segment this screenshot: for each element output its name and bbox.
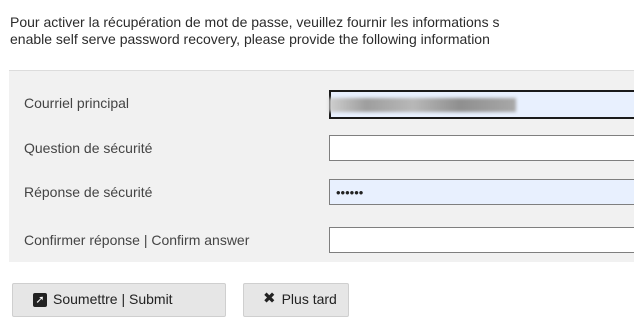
submit-button-label: Soumettre | Submit xyxy=(53,291,173,307)
security-question-row: Question de sécurité xyxy=(9,129,634,169)
security-answer-input[interactable] xyxy=(329,179,634,205)
close-icon: ✖ xyxy=(263,290,276,307)
confirm-answer-row: Confirmer réponse | Confirm answer xyxy=(9,217,634,257)
intro-text: Pour activer la récupération de mot de p… xyxy=(10,14,634,48)
later-button[interactable]: ✖ Plus tard xyxy=(243,283,349,317)
confirm-answer-label: Confirmer réponse | Confirm answer xyxy=(24,232,250,248)
primary-email-label: Courriel principal xyxy=(24,95,130,111)
arrow-in-box-icon: ➚ xyxy=(33,293,47,307)
security-answer-label: Réponse de sécurité xyxy=(24,184,153,200)
redacted-email-mask xyxy=(329,98,516,112)
later-button-label: Plus tard xyxy=(281,291,337,307)
recovery-form-panel: Courriel principal Question de sécurité … xyxy=(9,70,634,262)
intro-line-2: enable self serve password recovery, ple… xyxy=(10,31,490,47)
security-answer-row: Réponse de sécurité xyxy=(9,173,634,213)
submit-button[interactable]: ➚ Soumettre | Submit xyxy=(12,283,226,317)
confirm-answer-input[interactable] xyxy=(329,227,634,253)
intro-line-1: Pour activer la récupération de mot de p… xyxy=(10,14,500,30)
primary-email-row: Courriel principal xyxy=(9,85,634,125)
security-question-input[interactable] xyxy=(329,135,634,161)
security-question-label: Question de sécurité xyxy=(24,140,153,156)
